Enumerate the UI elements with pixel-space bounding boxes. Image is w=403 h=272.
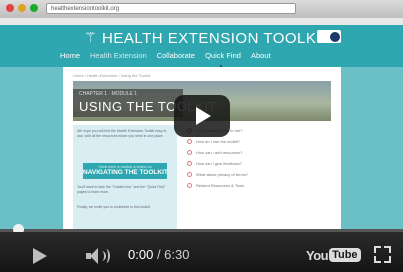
volume-button[interactable]	[86, 248, 112, 264]
browser-chrome: healthextensiontoolkit.org	[0, 0, 403, 19]
list-item: How can I give feedback?	[187, 160, 337, 171]
fullscreen-button[interactable]	[374, 246, 391, 263]
intro-panel: We hope you will find the Health Extensi…	[73, 125, 177, 230]
current-time: 0:00	[128, 247, 154, 262]
big-play-button[interactable]	[174, 95, 230, 137]
list-item: How do I use the toolkit?	[187, 138, 337, 149]
zoom-window-icon	[30, 4, 38, 12]
bullet-icon	[187, 172, 192, 177]
address-bar: healthextensiontoolkit.org	[46, 3, 296, 14]
youtube-logo[interactable]: You Tube	[306, 246, 361, 264]
nav-item-quick-find: Quick Find	[205, 51, 241, 60]
bullet-icon	[187, 150, 192, 155]
nav-item-about: About	[250, 51, 271, 60]
page-content: Home / Health Extension / Using the Tool…	[63, 67, 341, 230]
list-item: What about privacy of terms?	[187, 171, 337, 182]
play-icon	[196, 107, 211, 125]
site-nav: Home Health Extension Collaborate Quick …	[60, 51, 271, 63]
list-item: Related Resources & Tools	[187, 182, 337, 193]
side-text-2: Finally, we invite you to contribute to …	[77, 205, 151, 209]
nav-item-home: Home	[60, 51, 81, 60]
breadcrumb: Home / Health Extension / Using the Tool…	[73, 73, 150, 78]
nav-item-collaborate: Collaborate	[156, 51, 196, 60]
logo-icon: ⚚	[84, 29, 97, 45]
play-button[interactable]	[33, 248, 47, 264]
bookmarks-bar	[0, 18, 403, 25]
nav-item-health-extension: Health Extension	[90, 51, 147, 60]
side-text-1: You'll want to take the "Guided tour" an…	[77, 185, 166, 194]
bullet-icon	[187, 161, 192, 166]
site-header: ⚚ HEALTH EXTENSION TOOLKIT Home Health E…	[0, 25, 403, 67]
partner-logo-seal	[330, 32, 340, 42]
duration: / 6:30	[156, 247, 190, 262]
video-player[interactable]: healthextensiontoolkit.org ⚚ HEALTH EXTE…	[0, 0, 403, 272]
site-title: HEALTH EXTENSION TOOLKIT	[102, 30, 331, 47]
close-window-icon	[6, 4, 14, 12]
list-item: How can I add resources?	[187, 149, 337, 160]
minimize-window-icon	[18, 4, 26, 12]
bullet-icon	[187, 183, 192, 188]
hero-chapter: CHAPTER 1 · MODULE 1	[79, 91, 138, 97]
time-display: 0:00 / 6:30	[128, 247, 189, 262]
intro-text: We hope you will find the Health Extensi…	[77, 129, 167, 138]
video-link-label: NAVIGATING THE TOOLKIT	[83, 169, 168, 176]
video-link-button: Click here to watch a video on NAVIGATIN…	[83, 163, 168, 179]
bullet-icon	[187, 139, 192, 144]
